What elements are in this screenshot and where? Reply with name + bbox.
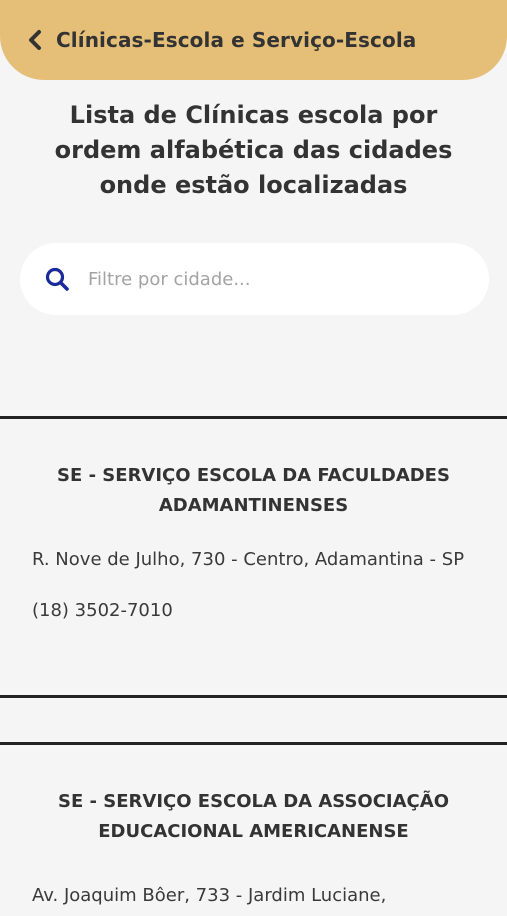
clinic-phone[interactable]: (18) 3502-7010 — [0, 598, 507, 624]
page-title: Lista de Clínicas escola por ordem alfab… — [54, 101, 453, 199]
chevron-left-icon — [29, 30, 41, 50]
search-bar[interactable] — [20, 243, 489, 315]
clinic-address: Av. Joaquim Bôer, 733 - Jardim Luciane, — [32, 885, 387, 906]
clinic-name: SE - SERVIÇO ESCOLA DA FACULDADES ADAMAN… — [57, 465, 450, 516]
search-input[interactable] — [88, 268, 448, 290]
clinic-name: SE - SERVIÇO ESCOLA DA ASSOCIAÇÃO EDUCAC… — [58, 791, 449, 842]
app-header: Clínicas-Escola e Serviço-Escola — [0, 0, 507, 80]
clinic-address: R. Nove de Julho, 730 - Centro, Adamanti… — [32, 549, 465, 570]
divider — [0, 742, 507, 745]
clinic-card[interactable]: SE - SERVIÇO ESCOLA DA ASSOCIAÇÃO EDUCAC… — [0, 787, 507, 916]
search-icon — [45, 267, 69, 291]
clinic-card[interactable]: SE - SERVIÇO ESCOLA DA FACULDADES ADAMAN… — [0, 461, 507, 624]
back-button[interactable] — [22, 25, 48, 55]
divider — [0, 416, 507, 419]
divider — [0, 695, 507, 698]
header-title: Clínicas-Escola e Serviço-Escola — [56, 28, 417, 52]
